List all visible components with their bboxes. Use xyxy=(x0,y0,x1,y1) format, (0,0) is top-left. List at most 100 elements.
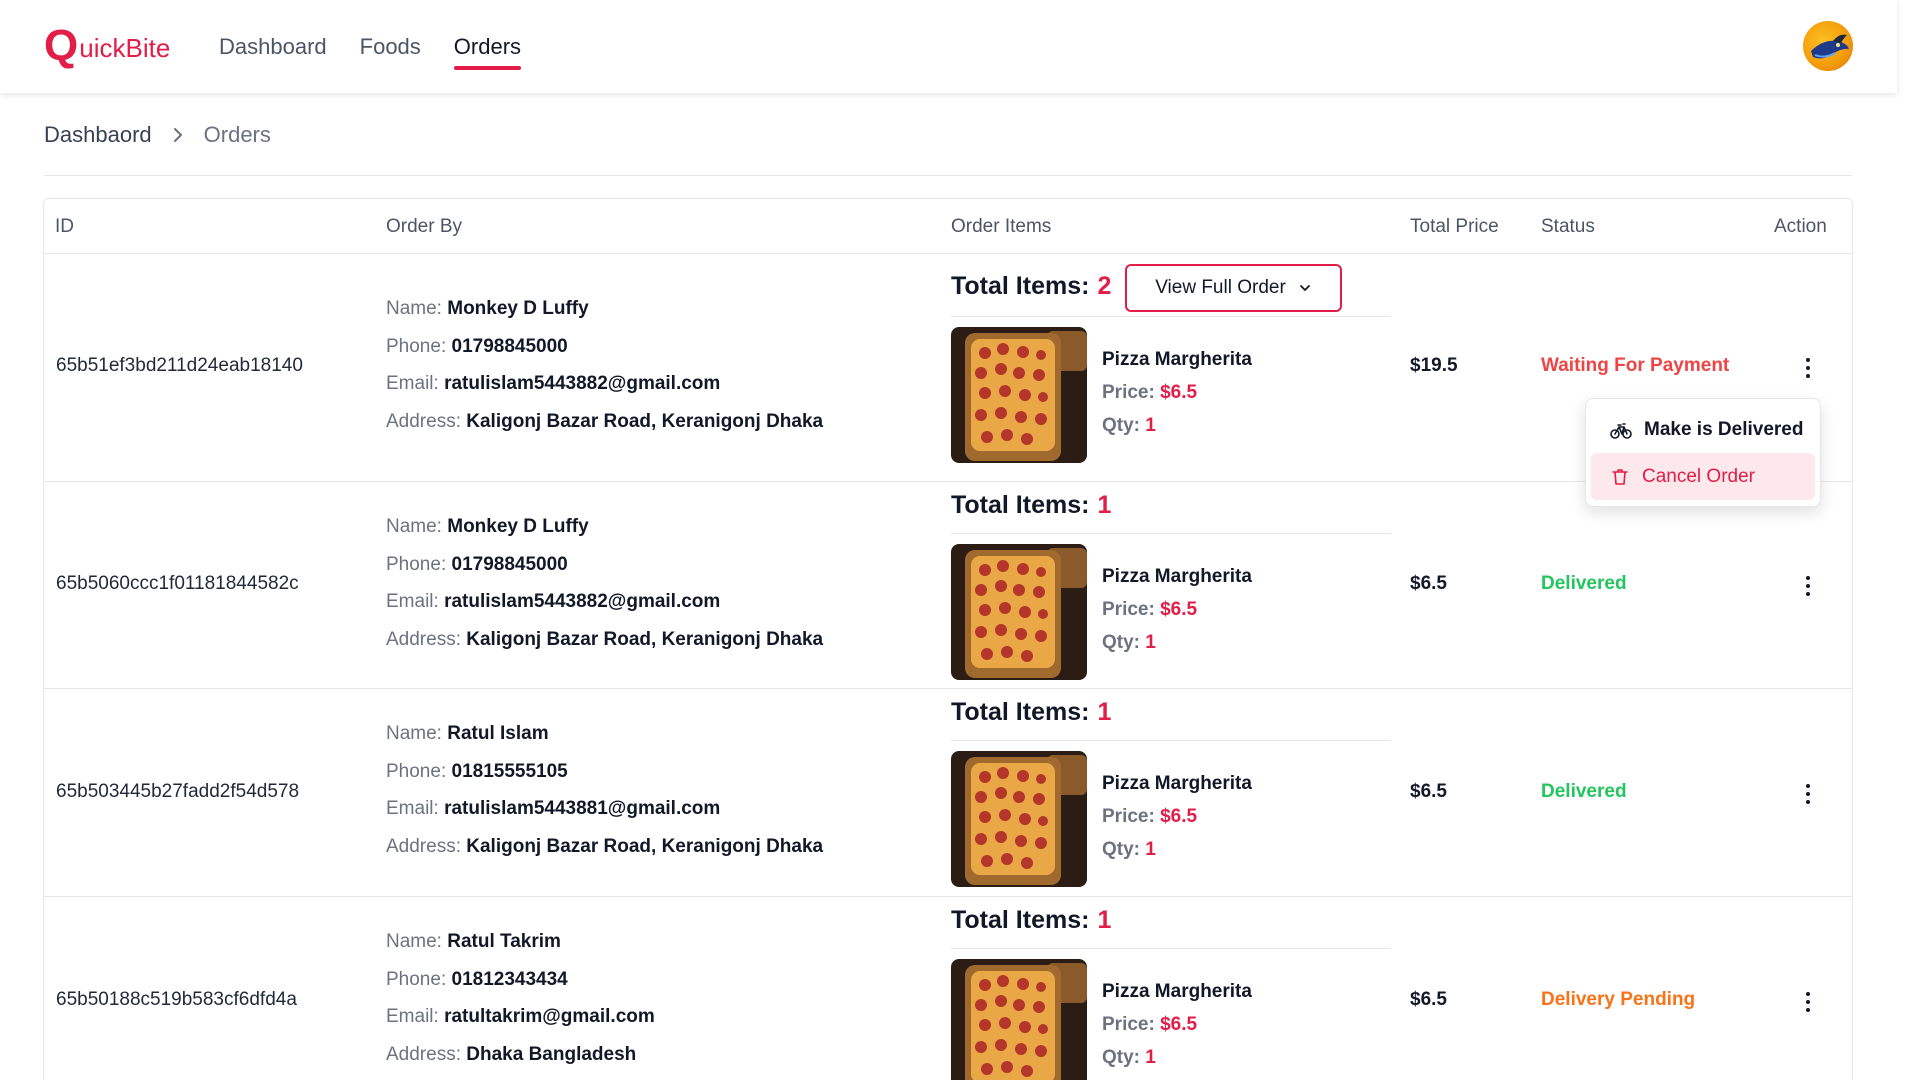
action-dropdown: Make is Delivered Cancel Order xyxy=(1585,398,1821,507)
total-items-label: Total Items: xyxy=(951,698,1090,726)
food-name: Pizza Margherita xyxy=(1102,981,1252,1002)
order-by: Name: Ratul Islam Phone: 01815555105 Ema… xyxy=(386,715,823,865)
items-divider xyxy=(951,740,1391,741)
price-label: Price: xyxy=(1102,806,1155,827)
items-divider xyxy=(951,316,1391,317)
brand-logo[interactable]: Q uickBite xyxy=(44,24,170,68)
food-name: Pizza Margherita xyxy=(1102,566,1252,587)
customer-name: Monkey D Luffy xyxy=(447,298,589,319)
qty-label: Qty: xyxy=(1102,839,1140,860)
food-price: Price: $6.5 xyxy=(1102,382,1197,404)
customer-email: ratulislam5443881@gmail.com xyxy=(444,798,721,819)
qty-label: Qty: xyxy=(1102,1047,1140,1068)
avatar-illustration-icon xyxy=(1811,34,1849,59)
total-price: $6.5 xyxy=(1410,781,1447,802)
order-item: Pizza Margherita Price: $6.5 Qty: 1 xyxy=(951,959,1391,1080)
total-items-count: 2 xyxy=(1097,272,1112,300)
pizza-image xyxy=(951,751,1087,887)
email-label: Email: xyxy=(386,373,439,394)
food-price: Price: $6.5 xyxy=(1102,1014,1197,1036)
price-label: Price: xyxy=(1102,382,1155,403)
customer-phone: 01798845000 xyxy=(451,335,568,357)
total-items-label: Total Items: xyxy=(951,272,1090,300)
order-items: Total Items: 1 Pizza Margherita Price: $… xyxy=(951,487,1391,680)
nav-dashboard[interactable]: Dashboard xyxy=(219,30,327,64)
view-full-order-label: View Full Order xyxy=(1155,277,1286,298)
view-full-order-button[interactable]: View Full Order xyxy=(1125,264,1342,312)
customer-phone: 01798845000 xyxy=(451,553,568,575)
pizza-image xyxy=(951,544,1087,680)
food-qty: Qty: 1 xyxy=(1102,839,1156,861)
total-price: $6.5 xyxy=(1410,573,1447,594)
make-delivered-menu-item[interactable]: Make is Delivered xyxy=(1591,406,1815,453)
food-price-value: $6.5 xyxy=(1160,806,1198,827)
nav-orders[interactable]: Orders xyxy=(453,30,522,70)
kebab-menu-icon[interactable] xyxy=(1796,574,1820,598)
kebab-menu-icon[interactable] xyxy=(1796,356,1820,380)
header-id: ID xyxy=(55,216,74,237)
make-delivered-label: Make is Delivered xyxy=(1644,418,1804,440)
kebab-menu-icon[interactable] xyxy=(1796,782,1820,806)
order-id: 65b50188c519b583cf6dfd4a xyxy=(56,989,297,1010)
customer-address: Kaligonj Bazar Road, Keranigonj Dhaka xyxy=(466,628,824,650)
order-by: Name: Monkey D Luffy Phone: 01798845000 … xyxy=(386,290,823,440)
order-by: Name: Monkey D Luffy Phone: 01798845000 … xyxy=(386,508,823,658)
status-badge: Waiting For Payment xyxy=(1541,355,1730,376)
customer-email: ratulislam5443882@gmail.com xyxy=(444,373,721,394)
bicycle-icon xyxy=(1610,422,1632,439)
food-qty-value: 1 xyxy=(1145,1047,1156,1068)
logo-text: uickBite xyxy=(79,33,171,63)
customer-email: ratulislam5443882@gmail.com xyxy=(444,591,721,612)
breadcrumb-dashboard[interactable]: Dashbaord xyxy=(44,122,152,148)
order-items: Total Items: 1 Pizza Margherita Price: $… xyxy=(951,694,1391,887)
food-price: Price: $6.5 xyxy=(1102,806,1197,828)
nav-foods[interactable]: Foods xyxy=(360,30,421,64)
order-item: Pizza Margherita Price: $6.5 Qty: 1 xyxy=(951,544,1391,680)
table-header: ID Order By Order Items Total Price Stat… xyxy=(44,199,1852,254)
address-label: Address: xyxy=(386,1043,461,1065)
total-items-count: 1 xyxy=(1097,906,1112,934)
customer-name: Monkey D Luffy xyxy=(447,516,589,537)
order-item: Pizza Margherita Price: $6.5 Qty: 1 xyxy=(951,327,1391,463)
customer-address: Kaligonj Bazar Road, Keranigonj Dhaka xyxy=(466,410,824,432)
address-label: Address: xyxy=(386,628,461,650)
name-label: Name: xyxy=(386,298,442,319)
total-items-label: Total Items: xyxy=(951,491,1090,519)
chevron-down-icon xyxy=(1299,285,1310,291)
total-items-label: Total Items: xyxy=(951,906,1090,934)
food-qty: Qty: 1 xyxy=(1102,1047,1156,1069)
food-qty-value: 1 xyxy=(1145,839,1156,860)
name-label: Name: xyxy=(386,723,442,744)
chevron-right-icon xyxy=(173,128,182,142)
qty-label: Qty: xyxy=(1102,632,1140,653)
phone-label: Phone: xyxy=(386,553,447,575)
food-price-value: $6.5 xyxy=(1160,382,1198,403)
total-price: $19.5 xyxy=(1410,355,1458,376)
email-label: Email: xyxy=(386,591,439,612)
customer-email: ratultakrim@gmail.com xyxy=(444,1006,655,1027)
table-row: 65b5060ccc1f01181844582c Name: Monkey D … xyxy=(44,482,1852,689)
kebab-menu-icon[interactable] xyxy=(1796,990,1820,1014)
cancel-order-menu-item[interactable]: Cancel Order xyxy=(1591,453,1815,500)
qty-label: Qty: xyxy=(1102,415,1140,436)
total-price: $6.5 xyxy=(1410,989,1447,1010)
name-label: Name: xyxy=(386,931,442,952)
order-item: Pizza Margherita Price: $6.5 Qty: 1 xyxy=(951,751,1391,887)
total-items-count: 1 xyxy=(1097,491,1112,519)
food-qty-value: 1 xyxy=(1145,415,1156,436)
customer-address: Kaligonj Bazar Road, Keranigonj Dhaka xyxy=(466,835,824,857)
items-divider xyxy=(951,533,1391,534)
phone-label: Phone: xyxy=(386,760,447,782)
price-label: Price: xyxy=(1102,1014,1155,1035)
avatar[interactable] xyxy=(1803,21,1853,71)
price-label: Price: xyxy=(1102,599,1155,620)
food-name: Pizza Margherita xyxy=(1102,349,1252,370)
customer-phone: 01812343434 xyxy=(451,968,568,990)
food-qty: Qty: 1 xyxy=(1102,632,1156,654)
header-order-by: Order By xyxy=(386,216,463,237)
breadcrumb-orders: Orders xyxy=(203,122,271,147)
top-navbar: Q uickBite Dashboard Foods Orders xyxy=(0,0,1897,93)
food-qty-value: 1 xyxy=(1145,632,1156,653)
order-id: 65b503445b27fadd2f54d578 xyxy=(56,781,300,802)
email-label: Email: xyxy=(386,798,439,819)
